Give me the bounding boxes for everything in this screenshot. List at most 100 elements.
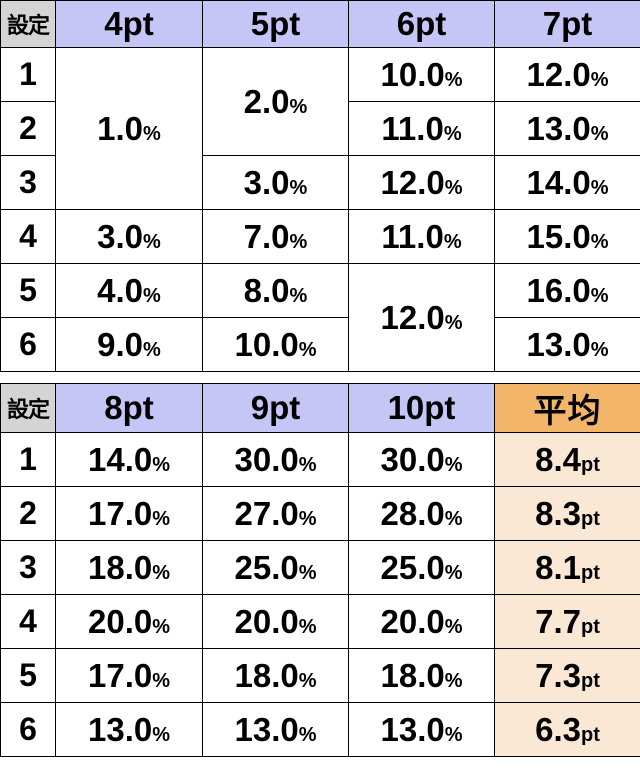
cell-unit: % <box>289 96 308 118</box>
header-9pt: 9pt <box>202 383 349 433</box>
cell-value: 7.7 <box>535 603 581 640</box>
cell-unit: % <box>152 670 171 692</box>
cell-value: 11.0 <box>381 110 444 147</box>
header-5pt: 5pt <box>202 0 349 48</box>
cell-unit: % <box>444 670 463 692</box>
cell-8pt-5: 17.0% <box>55 648 203 703</box>
cell-unit: % <box>152 724 171 746</box>
cell-10pt-6: 13.0% <box>348 702 495 757</box>
cell-4pt-4: 3.0% <box>55 209 203 264</box>
table-row: 1 1.0% 2.0% 10.0% 12.0% <box>0 47 640 210</box>
cell-unit: % <box>152 562 171 584</box>
cell-unit: % <box>444 562 463 584</box>
cell-unit: % <box>298 670 317 692</box>
cell-unit: % <box>444 69 463 91</box>
cell-value: 8.4 <box>535 441 581 478</box>
cell-value: 25.0 <box>234 549 299 586</box>
cell-value: 13.0 <box>526 110 591 147</box>
cell-value: 13.0 <box>380 711 445 748</box>
row-label: 4 <box>0 209 56 264</box>
cell-7pt-5: 16.0% <box>494 263 640 318</box>
cell-8pt-4: 20.0% <box>55 594 203 649</box>
cell-unit: % <box>590 285 609 307</box>
cell-7pt-3: 14.0% <box>494 155 640 210</box>
cell-6pt-2: 11.0% <box>348 101 495 156</box>
cell-unit: % <box>289 231 308 253</box>
cell-7pt-6: 13.0% <box>494 317 640 372</box>
header-setting: 設定 <box>0 0 56 48</box>
table-row: 5 17.0% 18.0% 18.0% 7.3pt <box>0 648 640 703</box>
row-label: 4 <box>0 594 56 649</box>
row-label: 3 <box>0 155 56 210</box>
cell-unit: pt <box>580 616 600 638</box>
cell-value: 14.0 <box>87 441 153 478</box>
cell-value: 7.0 <box>243 218 290 255</box>
cell-value: 9.0 <box>97 326 144 363</box>
cell-7pt-4: 15.0% <box>494 209 640 264</box>
header-6pt: 6pt <box>348 0 495 48</box>
cell-6pt-1: 10.0% <box>348 47 495 102</box>
cell-average-3: 8.1pt <box>494 540 640 595</box>
cell-unit: pt <box>580 562 600 584</box>
table-row: 3 18.0% 25.0% 25.0% 8.1pt <box>0 540 640 595</box>
cell-value: 18.0 <box>234 657 299 694</box>
cell-unit: % <box>444 616 463 638</box>
header-4pt: 4pt <box>55 0 203 48</box>
cell-average-6: 6.3pt <box>494 702 640 757</box>
cell-unit: % <box>298 508 317 530</box>
cell-value: 12.0 <box>526 56 591 93</box>
cell-value: 30.0 <box>380 441 445 478</box>
cell-8pt-3: 18.0% <box>55 540 203 595</box>
cell-8pt-6: 13.0% <box>55 702 203 757</box>
row-label: 1 <box>0 47 56 102</box>
cell-value: 20.0 <box>380 603 445 640</box>
table-pt-low: 設定 4pt 5pt 6pt 7pt 1 1.0% 2.0% 10.0% 12.… <box>0 0 640 372</box>
table-row: 5 4.0% 8.0% 12.0% 16.0% <box>0 263 640 372</box>
cell-value: 14.0 <box>526 164 591 201</box>
cell-unit: pt <box>580 454 600 476</box>
header-average: 平均 <box>494 383 640 433</box>
cell-value: 12.0 <box>380 299 445 336</box>
cell-unit: % <box>590 231 609 253</box>
cell-value: 17.0 <box>87 495 153 532</box>
row-label: 3 <box>0 540 56 595</box>
cell-unit: % <box>152 616 171 638</box>
header-7pt: 7pt <box>494 0 640 48</box>
cell-unit: % <box>590 177 609 199</box>
cell-unit: pt <box>580 670 600 692</box>
cell-value: 18.0 <box>87 549 153 586</box>
cell-unit: % <box>143 339 161 361</box>
row-label: 2 <box>0 101 56 156</box>
cell-unit: pt <box>580 508 600 530</box>
cell-unit: % <box>444 177 463 199</box>
cell-5pt-6: 10.0% <box>202 317 349 372</box>
table-header-row: 設定 8pt 9pt 10pt 平均 <box>0 383 640 433</box>
row-label: 5 <box>0 263 56 318</box>
cell-unit: % <box>444 508 463 530</box>
cell-10pt-5: 18.0% <box>348 648 495 703</box>
cell-value: 13.0 <box>526 326 591 363</box>
cell-7pt-2: 13.0% <box>494 101 640 156</box>
table-row: 2 17.0% 27.0% 28.0% 8.3pt <box>0 486 640 541</box>
cell-9pt-5: 18.0% <box>202 648 349 703</box>
cell-8pt-1: 14.0% <box>55 432 203 487</box>
cell-value: 3.0 <box>97 218 144 255</box>
cell-7pt-1: 12.0% <box>494 47 640 102</box>
cell-unit: % <box>298 339 317 361</box>
row-label: 6 <box>0 702 56 757</box>
header-10pt: 10pt <box>348 383 495 433</box>
cell-9pt-1: 30.0% <box>202 432 349 487</box>
cell-value: 30.0 <box>234 441 299 478</box>
cell-value: 3.0 <box>243 164 290 201</box>
cell-value: 28.0 <box>380 495 445 532</box>
cell-unit: % <box>298 616 317 638</box>
table-header-row: 設定 4pt 5pt 6pt 7pt <box>0 0 640 48</box>
table-pt-high: 設定 8pt 9pt 10pt 平均 1 14.0% 30.0% 30.0% 8… <box>0 383 640 757</box>
cell-unit: % <box>143 285 161 307</box>
cell-value: 8.0 <box>243 272 290 309</box>
cell-value: 10.0 <box>380 56 445 93</box>
row-label: 2 <box>0 486 56 541</box>
cell-value: 27.0 <box>234 495 299 532</box>
cell-average-1: 8.4pt <box>494 432 640 487</box>
cell-5pt-3: 3.0% <box>202 155 349 210</box>
